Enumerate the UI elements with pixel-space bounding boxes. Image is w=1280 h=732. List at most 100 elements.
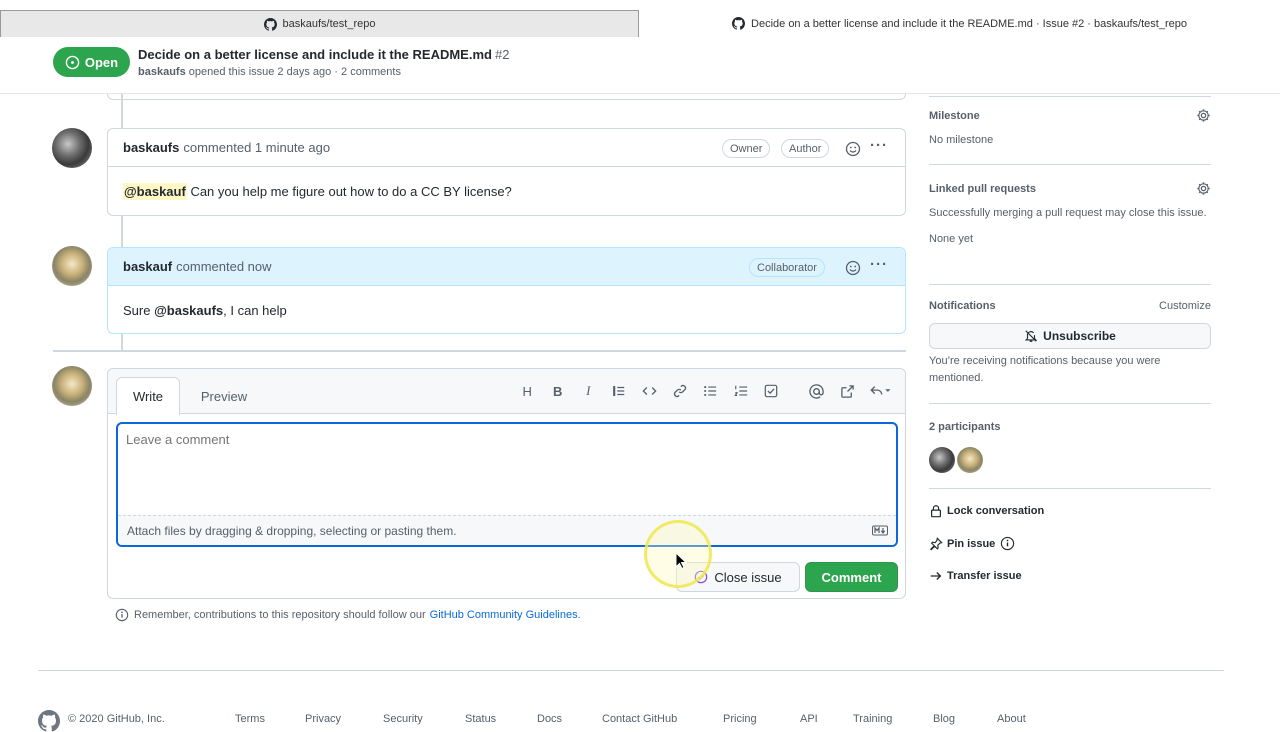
sidebar-notifications: Notifications Customize bbox=[929, 298, 1211, 314]
timeline-line bbox=[121, 216, 123, 247]
status-label: Open bbox=[84, 54, 119, 70]
gear-icon[interactable] bbox=[1196, 181, 1211, 196]
issue-meta-text: opened this issue 2 days ago · 2 comment… bbox=[188, 66, 401, 78]
pin-icon bbox=[929, 536, 943, 550]
smiley-icon[interactable] bbox=[845, 141, 861, 157]
file-attachment-area[interactable]: Attach files by dragging & dropping, sel… bbox=[118, 515, 896, 545]
comment-textarea[interactable]: Attach files by dragging & dropping, sel… bbox=[116, 422, 898, 547]
sidebar-divider bbox=[929, 403, 1211, 404]
cross-reference-icon[interactable] bbox=[832, 381, 863, 401]
kebab-menu-icon[interactable]: ··· bbox=[870, 137, 888, 154]
sidebar-divider bbox=[929, 284, 1211, 285]
new-comment-form: Write Preview H B I Attach files by drag… bbox=[107, 368, 906, 599]
linked-prs-description: Successfully merging a pull request may … bbox=[929, 207, 1207, 219]
author-label: Author bbox=[781, 139, 830, 158]
issue-meta: baskaufs opened this issue 2 days ago · … bbox=[138, 66, 401, 78]
pin-issue-link[interactable]: Pin issue bbox=[929, 536, 1019, 551]
comment: baskauf commented now Collaborator ··· S… bbox=[107, 247, 906, 334]
gear-icon[interactable] bbox=[1196, 108, 1211, 123]
footer-link-blog[interactable]: Blog bbox=[933, 713, 955, 725]
notifications-reason: You’re receiving notifications because y… bbox=[929, 355, 1161, 384]
avatar[interactable] bbox=[52, 128, 92, 168]
transfer-issue-label: Transfer issue bbox=[947, 570, 1022, 582]
comment-timestamp[interactable]: commented now bbox=[176, 259, 271, 274]
issue-author-link[interactable]: baskaufs bbox=[138, 66, 186, 78]
github-icon bbox=[732, 17, 746, 30]
linked-prs-value: None yet bbox=[929, 233, 974, 245]
browser-tab-bar: baskaufs/test_repo Decide on a better li… bbox=[0, 0, 1280, 37]
footer-link-about[interactable]: About bbox=[997, 713, 1026, 725]
bulleted-list-icon[interactable] bbox=[695, 381, 726, 401]
kebab-menu-icon[interactable]: ··· bbox=[870, 256, 888, 273]
smiley-icon[interactable] bbox=[845, 260, 861, 276]
milestone-heading[interactable]: Milestone bbox=[929, 108, 1211, 124]
browser-tab-repo[interactable]: baskaufs/test_repo bbox=[0, 10, 639, 37]
previous-comment-edge bbox=[107, 94, 906, 100]
footer-copyright: © 2020 GitHub, Inc. bbox=[68, 713, 165, 725]
footer-link-pricing[interactable]: Pricing bbox=[723, 713, 757, 725]
avatar[interactable] bbox=[52, 366, 92, 406]
italic-icon[interactable]: I bbox=[573, 381, 604, 401]
bold-icon[interactable]: B bbox=[543, 381, 574, 401]
bell-slash-icon bbox=[1024, 330, 1038, 342]
transfer-issue-link[interactable]: Transfer issue bbox=[929, 569, 1022, 583]
link-icon[interactable] bbox=[665, 381, 696, 401]
tab-write[interactable]: Write bbox=[116, 377, 180, 415]
participants-heading: 2 participants bbox=[929, 421, 1001, 433]
issue-number: #2 bbox=[494, 47, 510, 62]
issue-title: Decide on a better license and include i… bbox=[138, 47, 509, 62]
user-mention[interactable]: @baskauf bbox=[123, 182, 187, 200]
footer-link-terms[interactable]: Terms bbox=[235, 713, 265, 725]
comment-author[interactable]: baskauf bbox=[123, 259, 172, 274]
owner-label: Owner bbox=[722, 139, 771, 158]
comment-button[interactable]: Comment bbox=[805, 562, 898, 592]
info-icon bbox=[115, 608, 129, 622]
tab-preview[interactable]: Preview bbox=[188, 377, 260, 415]
footer-link-privacy[interactable]: Privacy bbox=[305, 713, 341, 725]
footer-link-status[interactable]: Status bbox=[465, 713, 496, 725]
lock-conversation-link[interactable]: Lock conversation bbox=[929, 504, 1044, 518]
github-logo-icon[interactable] bbox=[38, 710, 60, 732]
task-list-icon[interactable] bbox=[756, 381, 787, 401]
browser-tab-issue[interactable]: Decide on a better license and include i… bbox=[639, 10, 1280, 37]
issue-open-icon bbox=[65, 55, 80, 69]
heading-icon[interactable]: H bbox=[512, 381, 543, 401]
contribution-guidelines-note: Remember, contributions to this reposito… bbox=[115, 608, 581, 622]
participant-avatar[interactable] bbox=[957, 447, 983, 473]
footer-link-contact[interactable]: Contact GitHub bbox=[602, 713, 677, 725]
saved-replies-icon[interactable] bbox=[863, 381, 897, 401]
info-icon[interactable] bbox=[1000, 536, 1015, 551]
mouse-cursor-icon bbox=[675, 552, 687, 570]
footer-link-docs[interactable]: Docs bbox=[537, 713, 562, 725]
comment-timestamp[interactable]: commented 1 minute ago bbox=[183, 140, 330, 155]
milestone-value: No milestone bbox=[929, 134, 994, 146]
footer-link-api[interactable]: API bbox=[800, 713, 818, 725]
numbered-list-icon[interactable] bbox=[726, 381, 757, 401]
footer-link-security[interactable]: Security bbox=[383, 713, 423, 725]
browser-tab-label: Decide on a better license and include i… bbox=[751, 17, 1187, 30]
avatar[interactable] bbox=[52, 246, 92, 286]
customize-link[interactable]: Customize bbox=[1159, 298, 1211, 315]
sidebar-divider bbox=[929, 96, 1211, 97]
participant-avatar[interactable] bbox=[929, 447, 955, 473]
editor-tab-bar: Write Preview H B I bbox=[108, 369, 905, 415]
quote-icon[interactable] bbox=[604, 381, 635, 401]
footer-link-training[interactable]: Training bbox=[853, 713, 892, 725]
comment-body: Sure @baskaufs, I can help bbox=[108, 286, 905, 334]
arrow-right-icon bbox=[930, 572, 942, 580]
mention-icon[interactable] bbox=[802, 381, 833, 401]
comment-author[interactable]: baskaufs bbox=[123, 140, 179, 155]
comment-input[interactable] bbox=[126, 432, 886, 447]
comment: baskaufs commented 1 minute ago Owner Au… bbox=[107, 128, 906, 216]
attach-files-text: Attach files by dragging & dropping, sel… bbox=[127, 523, 457, 538]
markdown-icon[interactable] bbox=[872, 525, 888, 536]
community-guidelines-link[interactable]: GitHub Community Guidelines bbox=[430, 609, 578, 621]
linked-prs-heading[interactable]: Linked pull requests bbox=[929, 181, 1211, 197]
user-mention[interactable]: @baskaufs bbox=[154, 303, 223, 318]
code-icon[interactable] bbox=[634, 381, 665, 401]
page-footer: © 2020 GitHub, Inc. Terms Privacy Securi… bbox=[38, 710, 1238, 732]
lock-icon bbox=[931, 505, 941, 518]
status-badge: Open bbox=[53, 47, 130, 77]
github-icon bbox=[263, 17, 277, 31]
unsubscribe-button[interactable]: Unsubscribe bbox=[929, 323, 1211, 349]
